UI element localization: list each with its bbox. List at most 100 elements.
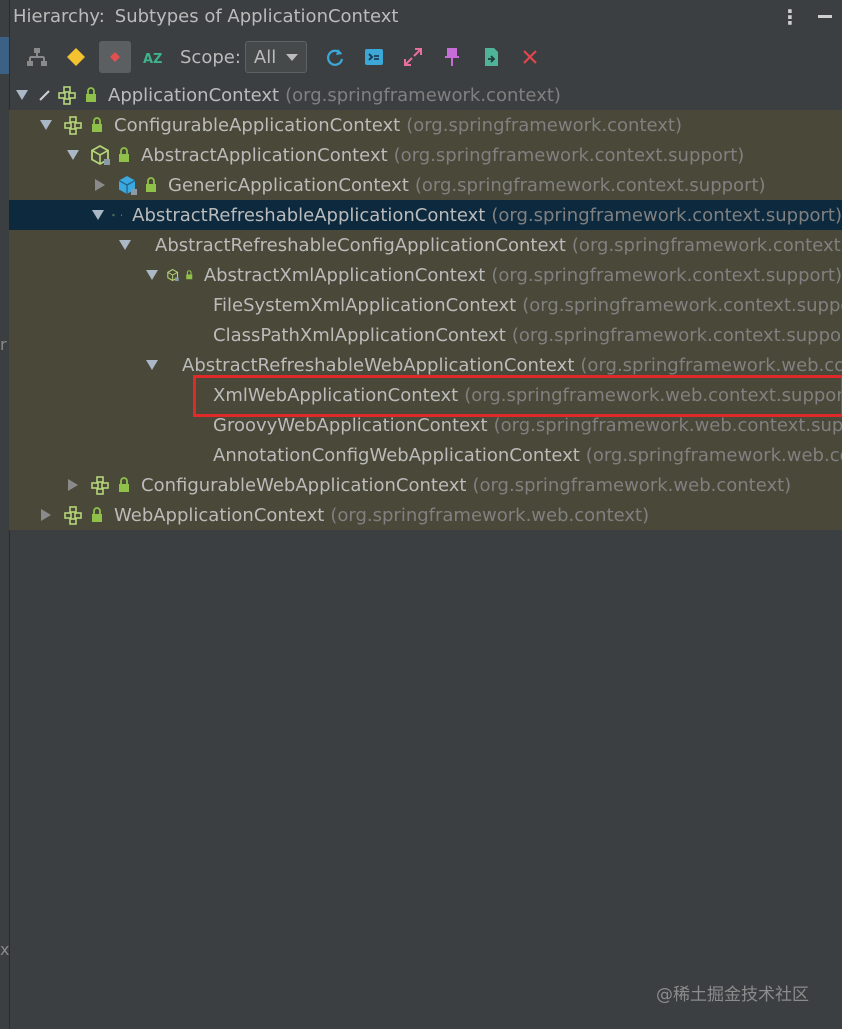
interface-icon [64,116,82,135]
left-edge-fragment-glyph: r [0,335,7,354]
autoscroll-to-source-icon [365,49,384,65]
type-name: AbstractRefreshableConfigApplicationCont… [155,234,566,256]
expanded-arrow-icon[interactable] [146,360,158,370]
expand-all-button[interactable] [397,41,429,73]
hierarchy-toolbar: AZ Scope: All [9,37,842,77]
package-name: (org.springframework.context.support) [571,234,842,256]
lock-icon [91,507,103,523]
type-name: ConfigurableApplicationContext [114,114,401,136]
tree-row[interactable]: ClassPathXmlApplicationContext (org.spri… [9,320,842,350]
tree-row[interactable]: ConfigurableWebApplicationContext (org.s… [9,470,842,500]
package-name: (org.springframework.context) [406,114,683,136]
type-name: AnnotationConfigWebApplicationContext [213,444,580,466]
class-hierarchy-button[interactable] [21,41,53,73]
lock-icon [185,270,194,280]
type-name: AbstractRefreshableWebApplicationContext [182,354,575,376]
abstract-class-icon [112,213,115,217]
scope-dropdown[interactable]: All [244,41,308,73]
hierarchy-tree: ApplicationContext (org.springframework.… [9,80,842,530]
subtypes-button[interactable] [99,41,131,73]
abstract-class-icon [167,269,180,282]
tree-row[interactable]: ApplicationContext (org.springframework.… [9,80,842,110]
type-name: ClassPathXmlApplicationContext [213,324,506,346]
pin-icon [445,48,460,66]
lock-icon [118,147,130,163]
tree-row[interactable]: FileSystemXmlApplicationContext (org.spr… [9,290,842,320]
annotation-highlight-box [193,375,842,417]
lock-icon [145,177,157,193]
scope-label: Scope: [180,46,241,68]
tree-row[interactable]: AbstractRefreshableConfigApplicationCont… [9,230,842,260]
scope-value: All [253,46,277,68]
lock-icon [85,87,97,103]
package-name: (org.springframework.web.context) [472,474,792,496]
lock-icon [91,117,103,133]
refresh-icon [327,49,344,66]
tree-row[interactable]: AnnotationConfigWebApplicationContext (o… [9,440,842,470]
tree-row-selected[interactable]: AbstractRefreshableApplicationContext (o… [9,200,842,230]
type-name: FileSystemXmlApplicationContext [213,294,517,316]
package-name: (org.springframework.web.context.support… [580,354,842,376]
tool-window-header: Hierarchy: Subtypes of ApplicationContex… [9,0,842,33]
type-name: WebApplicationContext [114,504,325,526]
package-name: (org.springframework.context.support) [414,174,766,196]
expanded-arrow-icon[interactable] [38,120,54,130]
watermark: @稀土掘金技术社区 [656,985,809,1005]
type-name: GenericApplicationContext [168,174,409,196]
package-name: (org.springframework.context.support) [393,144,745,166]
type-name: GroovyWebApplicationContext [213,414,488,436]
expand-all-icon [404,48,423,66]
class-hierarchy-icon [27,48,47,66]
subtypes-diamond-icon [110,52,120,62]
type-name: AbstractXmlApplicationContext [203,264,486,286]
more-options-icon[interactable]: ⋮ [780,5,800,29]
left-edge-fragment-glyph: x [0,940,10,959]
expanded-arrow-icon[interactable] [146,270,158,280]
supertypes-diamond-icon [67,48,85,66]
export-button[interactable] [475,41,507,73]
expanded-arrow-icon[interactable] [119,240,131,250]
header-label: Hierarchy: [13,6,105,27]
lock-icon [118,477,130,493]
svg-text:AZ: AZ [143,52,163,67]
export-icon [485,48,499,66]
package-name: (org.springframework.web.context.support… [493,414,842,436]
tree-row[interactable]: AbstractXmlApplicationContext (org.sprin… [9,260,842,290]
hide-icon[interactable] [818,15,832,18]
interface-icon [91,476,109,495]
close-icon [523,50,538,64]
refresh-button[interactable] [319,41,351,73]
package-name: (org.springframework.context.support) [511,324,842,346]
package-name: (org.springframework.web.context) [330,504,650,526]
package-name: (org.springframework.context.support) [491,204,842,226]
expanded-arrow-icon[interactable] [65,150,81,160]
abstract-class-icon [91,145,111,166]
tree-row[interactable]: WebApplicationContext (org.springframewo… [9,500,842,530]
interface-icon [64,506,82,525]
chevron-down-icon [286,53,299,61]
pin-button[interactable] [436,41,468,73]
tree-row[interactable]: GenericApplicationContext (org.springfra… [9,170,842,200]
type-name: ConfigurableWebApplicationContext [141,474,467,496]
collapsed-arrow-icon[interactable] [38,509,54,521]
type-name: AbstractRefreshableApplicationContext [132,204,486,226]
left-edge-selection-marker [0,37,9,74]
expanded-arrow-icon[interactable] [92,210,104,220]
autoscroll-to-source-button[interactable] [358,41,390,73]
sort-alphabetically-button[interactable]: AZ [138,41,170,73]
tree-row[interactable]: AbstractApplicationContext (org.springfr… [9,140,842,170]
close-button[interactable] [514,41,546,73]
collapsed-arrow-icon[interactable] [92,179,108,191]
supertypes-button[interactable] [60,41,92,73]
package-name: (org.springframework.web.context.support… [585,444,842,466]
header-title: Subtypes of ApplicationContext [114,6,399,27]
collapsed-arrow-icon[interactable] [65,479,81,491]
class-icon [118,175,138,196]
package-name: (org.springframework.context) [285,84,561,106]
package-name: (org.springframework.context.support) [491,264,842,286]
package-name: (org.springframework.context.support) [522,294,842,316]
type-name: AbstractApplicationContext [141,144,388,166]
sort-az-icon: AZ [143,52,163,67]
expanded-arrow-icon[interactable] [14,90,30,100]
tree-row[interactable]: ConfigurableApplicationContext (org.spri… [9,110,842,140]
